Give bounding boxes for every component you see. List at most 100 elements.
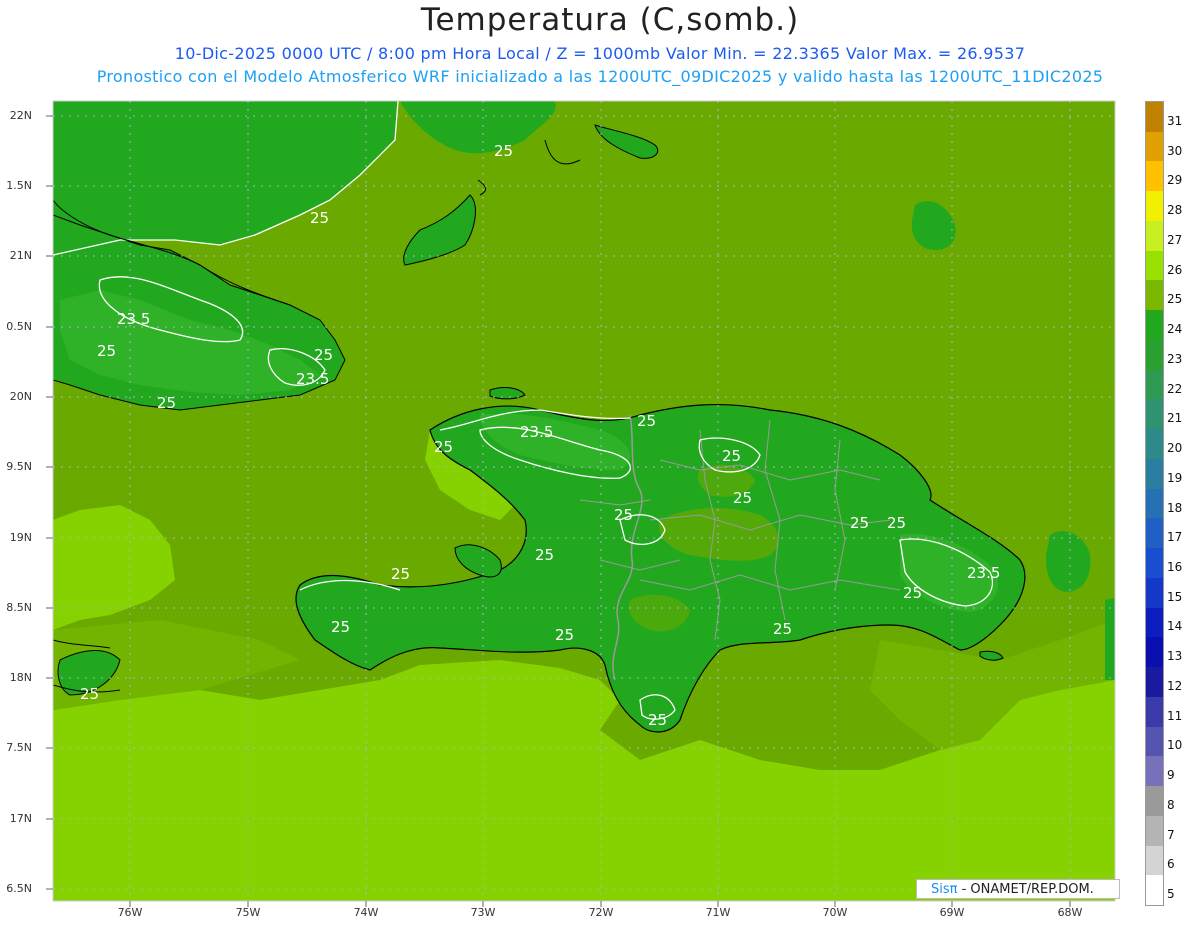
colorbar-label: 10 <box>1167 738 1183 753</box>
lon-label: 70W <box>822 906 848 919</box>
colorbar-cell <box>1146 250 1163 281</box>
colorbar-cell <box>1146 607 1163 638</box>
colorbar-label: 23 <box>1167 351 1183 366</box>
contour-label: 25 <box>535 546 554 564</box>
colorbar-cell <box>1146 220 1163 252</box>
colorbar-cell <box>1146 488 1163 519</box>
colorbar-label: 9 <box>1167 768 1175 783</box>
lon-label: 76W <box>117 906 143 919</box>
colorbar-cell <box>1146 786 1163 817</box>
lon-label: 68W <box>1057 906 1083 919</box>
colorbar-cell <box>1146 102 1163 133</box>
lat-label: 21N <box>9 249 32 262</box>
colorbar-cell <box>1146 518 1163 549</box>
colorbar-label: 26 <box>1167 262 1183 277</box>
lon-label: 73W <box>470 906 496 919</box>
colorbar-cell <box>1146 875 1163 906</box>
colorbar-cell <box>1146 399 1163 430</box>
lat-label: 6.5N <box>6 882 32 895</box>
colorbar-cell <box>1146 637 1163 668</box>
contour-label: 25 <box>391 565 410 583</box>
lat-label: 8.5N <box>6 601 32 614</box>
colorbar-cell <box>1146 458 1163 490</box>
colorbar-cell <box>1146 667 1163 698</box>
contour-label: 25 <box>331 618 350 636</box>
credit-brand: Sisπ <box>931 882 958 897</box>
colorbar-cell <box>1146 577 1163 609</box>
contour-label: 25 <box>850 514 869 532</box>
contour-label: 25 <box>97 342 116 360</box>
colorbar-label: 18 <box>1167 500 1183 515</box>
colorbar-cell <box>1146 280 1163 311</box>
colorbar-label: 21 <box>1167 411 1183 426</box>
contour-label: 23.5 <box>520 423 553 441</box>
contour-label: 25 <box>555 626 574 644</box>
colorbar-cell <box>1146 756 1163 787</box>
colorbar-label: 5 <box>1167 887 1175 902</box>
contour-label: 25 <box>314 346 333 364</box>
colorbar-cell <box>1146 161 1163 192</box>
colorbar-cell <box>1146 815 1163 846</box>
colorbar-label: 15 <box>1167 589 1183 604</box>
contour-label: 23.5 <box>296 370 329 388</box>
lat-label: 17N <box>9 812 32 825</box>
colorbar-label: 25 <box>1167 292 1183 307</box>
colorbar-label: 12 <box>1167 678 1183 693</box>
lon-label: 69W <box>939 906 965 919</box>
colorbar-label: 6 <box>1167 857 1175 872</box>
puerto-rico-edge <box>1105 598 1115 680</box>
colorbar-label: 28 <box>1167 203 1183 218</box>
colorbar-label: 8 <box>1167 797 1175 812</box>
colorbar-cell <box>1146 726 1163 757</box>
lat-label: 20N <box>9 390 32 403</box>
lon-label: 75W <box>235 906 261 919</box>
lat-label: 7.5N <box>6 741 32 754</box>
lon-label: 72W <box>588 906 614 919</box>
contour-label: 25 <box>733 489 752 507</box>
colorbar-cell <box>1146 191 1163 222</box>
colorbar-cell <box>1146 845 1163 876</box>
contour-label: 25 <box>614 506 633 524</box>
lat-label: 1.5N <box>6 179 32 192</box>
colorbar-label: 17 <box>1167 530 1183 545</box>
colorbar-cell <box>1146 548 1163 579</box>
colorbar-label: 22 <box>1167 381 1183 396</box>
contour-label: 25 <box>887 514 906 532</box>
colorbar-label: 13 <box>1167 649 1183 664</box>
colorbar-label: 30 <box>1167 143 1183 158</box>
lon-label: 71W <box>705 906 731 919</box>
lat-label: 0.5N <box>6 320 32 333</box>
credit-org: - ONAMET/REP.DOM. <box>957 882 1094 897</box>
contour-label: 25 <box>157 394 176 412</box>
lat-label: 19N <box>9 531 32 544</box>
contour-label: 25 <box>637 412 656 430</box>
lat-label: 9.5N <box>6 460 32 473</box>
colorbar-cell <box>1146 429 1163 460</box>
contour-label: 25 <box>310 209 329 227</box>
contour-label: 25 <box>434 438 453 456</box>
contour-label: 23.5 <box>967 564 1000 582</box>
contour-label: 25 <box>648 711 667 729</box>
contour-label: 25 <box>494 142 513 160</box>
contour-label: 25 <box>773 620 792 638</box>
contour-label: 25 <box>722 447 741 465</box>
colorbar-cell <box>1146 310 1163 341</box>
colorbar-label: 11 <box>1167 708 1183 723</box>
colorbar-label: 29 <box>1167 173 1183 188</box>
colorbar-label: 7 <box>1167 827 1175 842</box>
lat-label: 18N <box>9 671 32 684</box>
credit-box: Sisπ - ONAMET/REP.DOM. <box>916 879 1120 899</box>
contour-label: 25 <box>903 584 922 602</box>
colorbar-cell <box>1146 131 1163 162</box>
temperature-map: 25 25 23.5 25 23.5 25 25 23.5 25 25 25 2… <box>46 100 1116 907</box>
colorbar-label: 14 <box>1167 619 1183 634</box>
colorbar-label: 27 <box>1167 232 1183 247</box>
lat-label: 22N <box>9 109 32 122</box>
colorbar-label: 31 <box>1167 113 1183 128</box>
colorbar-label: 16 <box>1167 559 1183 574</box>
colorbar-cell <box>1146 696 1163 728</box>
colorbar-cell <box>1146 339 1163 371</box>
colorbar-label: 20 <box>1167 441 1183 456</box>
contour-label: 23.5 <box>117 310 150 328</box>
contour-label: 25 <box>80 685 99 703</box>
